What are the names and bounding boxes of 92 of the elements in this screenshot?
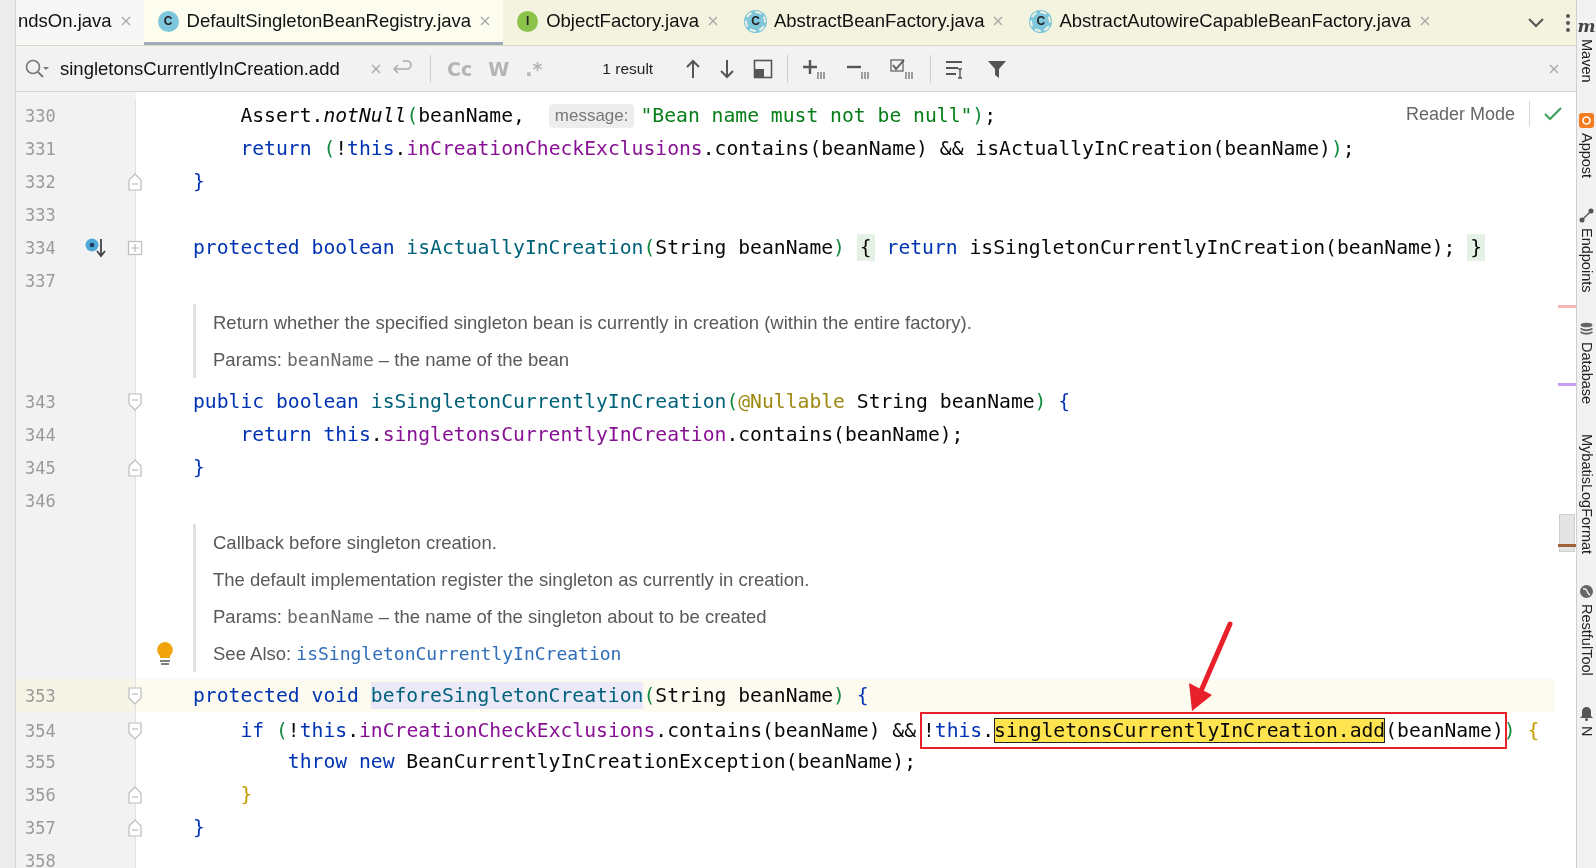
arrow-down-icon[interactable]: [719, 58, 736, 79]
tool-window-tab[interactable]: Maven: [1577, 39, 1596, 83]
chevron-down-icon[interactable]: [1528, 17, 1544, 28]
code-text: }: [239, 783, 253, 806]
code-text: return this.singletonsCurrentlyInCreation.contains(beanName);: [239, 423, 964, 446]
search-icon[interactable]: [24, 57, 50, 80]
line-number: 357: [25, 817, 57, 838]
app-icon: [1579, 112, 1594, 128]
line-number: 333: [25, 204, 57, 225]
code-text: "Bean name must not be null");: [640, 104, 997, 127]
line-number: 356: [25, 784, 57, 805]
file-type-icon: I: [517, 10, 539, 32]
result-count: 1 result: [602, 59, 654, 78]
code-text: }: [193, 456, 205, 479]
reader-mode-link[interactable]: Reader Mode: [1405, 103, 1515, 125]
tool-window-tab[interactable]: Database: [1577, 342, 1596, 405]
fold-icon[interactable]: [127, 818, 143, 837]
code-text: (beanName): [1385, 719, 1504, 742]
fold-icon[interactable]: [127, 458, 143, 477]
search-match: singletonsCurrentlyInCreation.add: [994, 718, 1386, 743]
code-text: throw new BeanCurrentlyInCreationException(beanName);: [286, 750, 917, 773]
line-number: 345: [25, 457, 57, 478]
close-icon[interactable]: [479, 15, 492, 27]
doc-text: Params: beanName – the name of the singleton about to be created: [213, 605, 768, 629]
code-text: !this.: [922, 719, 995, 742]
override-marker-icon[interactable]: [85, 236, 107, 259]
doc-text: Callback before singleton creation.: [213, 531, 498, 555]
clear-icon[interactable]: [370, 62, 382, 75]
doc-text: See Also: isSingletonCurrentlyInCreation: [213, 642, 623, 666]
fold-icon[interactable]: [127, 172, 143, 191]
code-text: protected boolean isActuallyInCreation(String beanName): [193, 236, 846, 259]
line-number: 358: [25, 850, 57, 868]
code-text: return isSingletonCurrentlyInCreation(beanName);: [885, 236, 1457, 259]
line-number: 334: [25, 237, 57, 258]
code-text: }: [193, 816, 205, 839]
close-icon[interactable]: [992, 15, 1005, 27]
line-number: 332: [25, 171, 57, 192]
line-number: 330: [25, 105, 57, 126]
code-text: protected void: [193, 684, 360, 707]
more-icon[interactable]: [1566, 13, 1570, 32]
doc-text: Return whether the specified singleton bean is currently in creation (within the entire factory).: [213, 311, 973, 335]
check-icon[interactable]: [1544, 107, 1562, 121]
code-text: return (!this.inCreationCheckExclusions.contains(beanName) && isActuallyInCreation(beanName));: [239, 137, 1355, 160]
tool-window-tab[interactable]: Endpoints: [1577, 227, 1596, 293]
tool-window-tab[interactable]: RestfulTool: [1577, 604, 1596, 677]
line-number: 346: [25, 490, 57, 511]
file-type-icon: C: [745, 10, 766, 32]
line-number: 337: [25, 270, 57, 291]
close-icon[interactable]: [707, 15, 719, 27]
doc-link[interactable]: isSingletonCurrentlyInCreation: [296, 643, 622, 664]
highlighted-identifier: beforeSingletonCreation: [370, 682, 644, 709]
line-number: 344: [25, 424, 57, 445]
folded-code-marker[interactable]: {: [856, 234, 875, 261]
code-text: ) {: [1503, 719, 1540, 742]
folded-code-marker[interactable]: }: [1467, 234, 1486, 261]
tool-window-tab[interactable]: N: [1577, 726, 1596, 737]
tool-window-tab[interactable]: Appost: [1577, 132, 1596, 178]
line-number: 353: [25, 685, 57, 706]
close-icon[interactable]: [1548, 62, 1560, 75]
filter-icon[interactable]: [987, 58, 1008, 79]
fold-icon[interactable]: [127, 392, 143, 411]
tool-window-tab[interactable]: MybatisLogFormat: [1577, 434, 1596, 555]
bell-icon: [1579, 706, 1594, 722]
file-type-icon: C: [157, 10, 179, 32]
code-text: if (!this.inCreationCheckExclusions.contains(beanName) &&: [239, 719, 918, 742]
maven-icon: m: [1577, 18, 1596, 34]
nodes-icon: [1579, 207, 1594, 223]
window-icon[interactable]: [753, 58, 774, 79]
line-number: 343: [25, 391, 57, 412]
parameter-hint: message:: [548, 103, 635, 128]
close-icon[interactable]: [1418, 15, 1431, 27]
fold-icon[interactable]: [127, 686, 143, 705]
database-icon: [1579, 322, 1594, 338]
doc-text: The default implementation register the singleton as currently in creation.: [213, 568, 811, 592]
fold-icon[interactable]: [127, 785, 143, 804]
line-number: 354: [25, 720, 57, 741]
close-icon[interactable]: [119, 15, 132, 27]
code-text: }: [193, 170, 205, 193]
expand-icon[interactable]: [127, 239, 143, 256]
line-number: 331: [25, 138, 57, 159]
lightbulb-icon[interactable]: [155, 641, 174, 667]
doc-text: Params: beanName – the name of the bean: [213, 348, 571, 372]
search-field[interactable]: singletonsCurrentlyInCreation.add: [60, 57, 360, 80]
file-type-icon: C: [1030, 10, 1052, 32]
arrow-up-icon[interactable]: [685, 58, 702, 79]
code-text: (String beanName) {: [643, 684, 869, 707]
code-text: public boolean isSingletonCurrentlyInCreation(@Nullable String beanName) {: [193, 390, 1071, 413]
editor-tab[interactable]: ndsOn.java: [16, 0, 144, 45]
fold-icon[interactable]: [127, 721, 143, 740]
line-number: 355: [25, 751, 57, 772]
editor-tab[interactable]: C DefaultSingletonBeanRegistry.java: [143, 0, 504, 45]
code-text: Assert.notNull(beanName,: [239, 104, 526, 127]
